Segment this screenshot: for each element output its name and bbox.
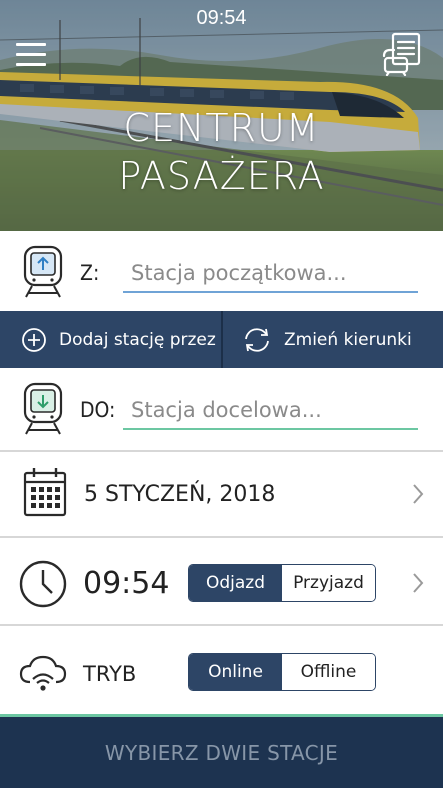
from-station-row: Z: (0, 231, 443, 311)
page-title-line1: CENTRUM (123, 106, 320, 150)
departure-option[interactable]: Odjazd (189, 565, 282, 601)
calendar-icon (23, 468, 67, 517)
reverse-direction-button[interactable]: Zmień kierunki (223, 311, 443, 368)
to-station-row: DO: (0, 368, 443, 450)
arrival-option[interactable]: Przyjazd (282, 565, 375, 601)
chevron-right-icon[interactable] (411, 571, 425, 595)
search-connections-button[interactable]: WYBIERZ DWIE STACJE (0, 717, 443, 788)
from-station-input[interactable] (123, 261, 418, 293)
to-label: DO: (80, 398, 116, 422)
mode-row: TRYB Online Offline (0, 624, 443, 716)
hamburger-menu-icon[interactable] (14, 40, 48, 70)
offline-option[interactable]: Offline (282, 654, 375, 690)
time-row: 09:54 Odjazd Przyjazd (0, 536, 443, 624)
clock-icon (19, 560, 67, 608)
online-option[interactable]: Online (189, 654, 282, 690)
add-via-station-label: Dodaj stację przez (59, 329, 216, 350)
mode-label: TRYB (83, 662, 137, 686)
plus-circle-icon (22, 327, 46, 352)
search-connections-label: WYBIERZ DWIE STACJE (104, 740, 339, 765)
ticket-list-icon[interactable] (380, 30, 426, 77)
from-label: Z: (80, 261, 100, 285)
chevron-right-icon[interactable] (411, 482, 425, 506)
cloud-wifi-icon (19, 655, 67, 691)
page-title: CENTRUM PASAŻERA (0, 104, 443, 200)
route-actions-bar: Dodaj stację przez Zmień kierunki (0, 311, 443, 368)
selected-date: 5 STYCZEŃ, 2018 (84, 482, 276, 507)
to-station-input[interactable] (123, 398, 418, 430)
hero-banner: 09:54 CENTRUM PASAŻERA (0, 0, 443, 231)
page-title-line2: PASAŻERA (118, 154, 325, 198)
mode-toggle: Online Offline (188, 653, 376, 691)
swap-arrows-icon (245, 327, 269, 352)
station-arrival-icon (23, 382, 63, 435)
reverse-direction-label: Zmień kierunki (284, 329, 412, 350)
add-via-station-button[interactable]: Dodaj stację przez (0, 311, 222, 368)
date-row[interactable]: 5 STYCZEŃ, 2018 (0, 450, 443, 536)
status-bar-time: 09:54 (196, 7, 247, 29)
time-type-toggle: Odjazd Przyjazd (188, 564, 376, 602)
station-departure-icon (23, 245, 63, 298)
selected-time[interactable]: 09:54 (83, 566, 169, 601)
